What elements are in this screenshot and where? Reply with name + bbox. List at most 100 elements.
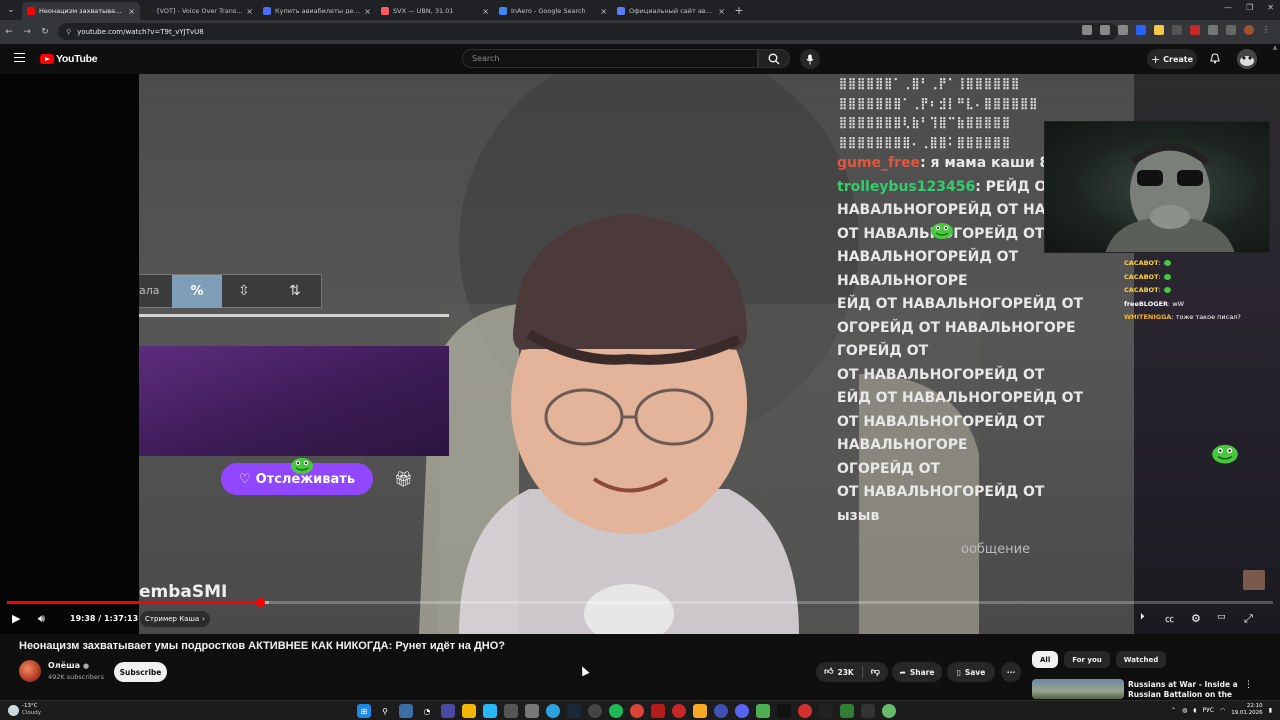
widgets-icon[interactable] [399, 704, 413, 718]
extension-icon[interactable] [1190, 25, 1200, 35]
calculator-icon[interactable] [525, 704, 539, 718]
profile-avatar[interactable] [1244, 25, 1254, 35]
app-icon[interactable]: ◔ [420, 704, 434, 718]
browser-tab[interactable]: Купить авиабилеты дешево с…× [258, 2, 376, 20]
telegram-icon[interactable] [546, 704, 560, 718]
more-actions-button[interactable]: ··· [1001, 662, 1021, 682]
save-button[interactable]: ▯ Save [947, 662, 995, 682]
tab-search-icon[interactable]: ⌄ [0, 0, 22, 20]
chevron-up-icon[interactable]: ⌃ [1171, 707, 1176, 714]
recommended-video-menu-icon[interactable]: ⋮ [1244, 680, 1253, 690]
tab-close-icon[interactable]: × [482, 7, 489, 16]
filter-chip[interactable]: Watched [1115, 651, 1167, 668]
app-icon[interactable] [588, 704, 602, 718]
video-frame[interactable]: ала % ⇳ ⇅ ♡ Отслеживать 🎁︎ embaSMI ⣿⣿⣿⣿⣿ [139, 74, 1134, 634]
extension-icon[interactable] [1172, 25, 1182, 35]
search-input[interactable]: Search [462, 49, 758, 68]
chrome-icon[interactable] [630, 704, 644, 718]
app-icon[interactable] [819, 704, 833, 718]
subtitles-icon[interactable]: ㏄ [1165, 612, 1174, 625]
network-icon[interactable]: ◍ [1182, 707, 1187, 714]
weather-widget[interactable]: -13°C Cloudy [8, 703, 41, 717]
app-icon[interactable] [504, 704, 518, 718]
app-icon[interactable] [756, 704, 770, 718]
tab-close-icon[interactable]: × [128, 7, 135, 16]
volume-icon[interactable]: 🔊︎ [38, 612, 45, 626]
subscribe-button[interactable]: Subscribe [114, 662, 167, 682]
settings-gear-icon[interactable]: ⚙︎ [1191, 612, 1201, 625]
browser-tab[interactable]: InAero - Google Search × [494, 2, 612, 20]
browser-tab[interactable]: Официальный сайт авиаком…× [612, 2, 730, 20]
percent-button[interactable]: % [172, 275, 222, 308]
filter-chip[interactable]: For you [1064, 651, 1110, 668]
extension-icon[interactable] [1136, 25, 1146, 35]
search-button[interactable] [758, 49, 790, 68]
menu-icon[interactable] [14, 53, 25, 62]
like-icon[interactable]: 👍︎ [824, 667, 833, 677]
tab-close-icon[interactable]: × [246, 7, 253, 16]
reload-icon[interactable]: ↻ [36, 27, 54, 37]
bookmark-star-icon[interactable] [1118, 25, 1128, 35]
voice-search-button[interactable] [800, 49, 820, 69]
app-icon[interactable] [840, 704, 854, 718]
channel-name[interactable]: Олёша ● [48, 661, 89, 670]
wifi-icon[interactable]: ◠ [1220, 707, 1225, 714]
spotify-icon[interactable] [609, 704, 623, 718]
sidepanel-icon[interactable] [1226, 25, 1236, 35]
page-scrollbar[interactable]: ▲ [1270, 44, 1280, 64]
fullscreen-icon[interactable]: ⤢ [1244, 612, 1253, 626]
forward-icon[interactable]: → [18, 27, 36, 37]
chapter-button[interactable]: Стример Каша › [140, 611, 210, 627]
discord-icon[interactable] [735, 704, 749, 718]
video-player[interactable]: ала % ⇳ ⇅ ♡ Отслеживать 🎁︎ embaSMI ⣿⣿⣿⣿⣿ [0, 74, 1280, 634]
split-icon[interactable]: ⇳ [238, 283, 250, 299]
menu-kebab-icon[interactable]: ⋮ [1262, 25, 1272, 35]
filter-chip[interactable]: All [1032, 651, 1059, 668]
sort-arrows-icon[interactable]: ⇅ [289, 283, 301, 299]
volume-icon[interactable]: ◖ [1193, 707, 1196, 714]
autoplay-toggle[interactable]: ⏵︎ [1140, 612, 1145, 622]
back-icon[interactable]: ← [0, 27, 18, 37]
site-info-icon[interactable]: ⚲ [66, 28, 71, 36]
address-bar[interactable]: ⚲ youtube.com/watch?v=T9t_vYJTvU8 [58, 23, 1118, 40]
app-icon[interactable] [798, 704, 812, 718]
app-icon[interactable] [651, 704, 665, 718]
browser-tab[interactable]: [VOT] - Voice Over Translation× [140, 2, 258, 20]
recommended-video-title[interactable]: Russians at War - Inside a Russian Batta… [1128, 680, 1240, 698]
app-icon[interactable] [693, 704, 707, 718]
notifications-bell-icon[interactable] [1209, 52, 1221, 64]
notification-center-icon[interactable]: ▮ [1269, 707, 1272, 714]
like-count[interactable]: 23K [838, 668, 854, 677]
app-icon[interactable] [714, 704, 728, 718]
start-windows-icon[interactable]: ⊞ [357, 704, 371, 718]
create-button[interactable]: + Create [1147, 49, 1197, 69]
play-icon[interactable]: ▶ [12, 612, 20, 625]
app-icon[interactable] [483, 704, 497, 718]
channel-avatar[interactable] [19, 660, 41, 682]
new-tab-button[interactable]: + [730, 4, 748, 17]
app-icon[interactable] [861, 704, 875, 718]
app-icon[interactable] [777, 704, 791, 718]
tab-close-icon[interactable]: × [600, 7, 607, 16]
extensions-puzzle-icon[interactable] [1208, 25, 1218, 35]
language-indicator[interactable]: РУС [1202, 707, 1213, 714]
search-icon[interactable]: ⚲ [378, 704, 392, 718]
clock[interactable]: 22:10 19.01.2026 [1231, 703, 1263, 717]
cast-icon[interactable] [1082, 25, 1092, 35]
tab-close-icon[interactable]: × [364, 7, 371, 16]
recommended-video-thumbnail[interactable] [1032, 679, 1124, 699]
file-explorer-icon[interactable] [462, 704, 476, 718]
scrubber-handle[interactable] [255, 598, 265, 607]
app-icon[interactable] [672, 704, 686, 718]
app-icon[interactable] [882, 704, 896, 718]
tab-close-icon[interactable]: × [718, 7, 725, 16]
browser-tab[interactable]: Неонацизм захватывает у…× [22, 2, 140, 20]
dislike-icon[interactable]: 👎︎ [871, 667, 880, 677]
zoom-icon[interactable] [1100, 25, 1110, 35]
close-icon[interactable]: ✕ [1267, 3, 1274, 12]
miniplayer-icon[interactable]: ▭ [1217, 612, 1226, 622]
minimize-icon[interactable]: — [1224, 3, 1232, 12]
steam-icon[interactable] [567, 704, 581, 718]
share-button[interactable]: ➦ Share [892, 662, 942, 682]
browser-tab[interactable]: SVX — UBN, 31.01 × [376, 2, 494, 20]
